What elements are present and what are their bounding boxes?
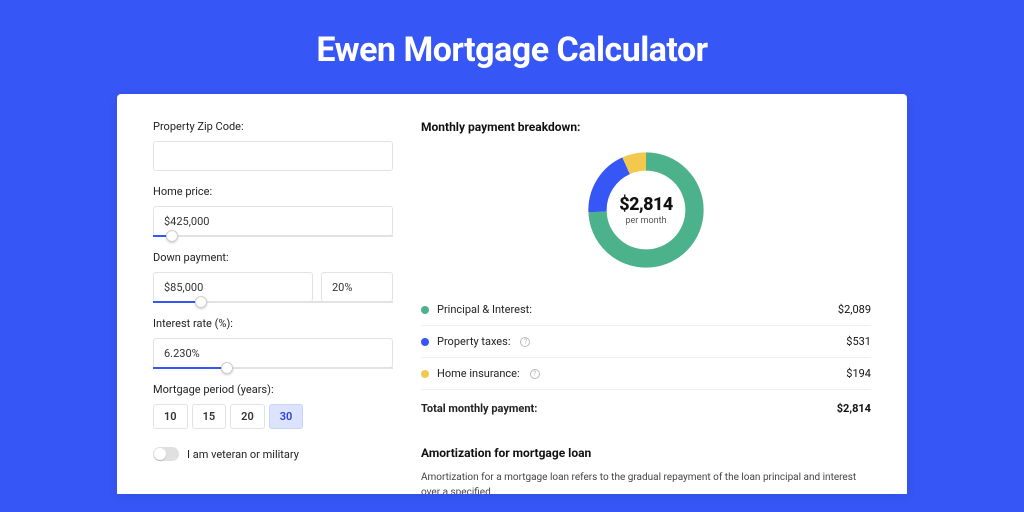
period-label: Mortgage period (years): xyxy=(153,383,393,396)
zip-input[interactable] xyxy=(153,141,393,171)
rate-label: Interest rate (%): xyxy=(153,317,393,330)
home-price-slider[interactable] xyxy=(153,235,393,237)
info-icon[interactable]: ? xyxy=(520,337,530,347)
rate-input[interactable] xyxy=(153,338,393,368)
down-payment-pct-input[interactable] xyxy=(321,272,393,302)
down-payment-label: Down payment: xyxy=(153,251,393,264)
home-price-field: Home price: xyxy=(153,185,393,237)
legend-label-text: Property taxes: xyxy=(437,335,510,348)
zip-field: Property Zip Code: xyxy=(153,120,393,171)
legend-dot xyxy=(421,338,429,346)
home-price-label: Home price: xyxy=(153,185,393,198)
donut-sub: per month xyxy=(625,216,666,226)
rate-slider[interactable] xyxy=(153,367,393,369)
calculator-card: Property Zip Code: Home price: Down paym… xyxy=(117,94,907,494)
donut-chart: $2,814 per month xyxy=(582,146,710,274)
legend-label: Home insurance:? xyxy=(421,367,540,380)
period-field: Mortgage period (years): 10152030 xyxy=(153,383,393,429)
legend-row: Home insurance:? $194 xyxy=(421,358,871,390)
legend-value: $194 xyxy=(846,367,871,380)
rate-field: Interest rate (%): xyxy=(153,317,393,369)
breakdown-panel: Monthly payment breakdown: $2,814 per mo… xyxy=(421,120,871,494)
slider-thumb[interactable] xyxy=(221,362,233,374)
donut-amount: $2,814 xyxy=(619,194,673,215)
legend-dot xyxy=(421,306,429,314)
veteran-row: I am veteran or military xyxy=(153,447,393,461)
donut-wrap: $2,814 per month xyxy=(421,146,871,274)
donut-center: $2,814 per month xyxy=(582,146,710,274)
amortization-block: Amortization for mortgage loan Amortizat… xyxy=(421,446,871,494)
page-title: Ewen Mortgage Calculator xyxy=(0,0,1024,94)
legend-dot xyxy=(421,370,429,378)
veteran-label: I am veteran or military xyxy=(187,448,299,461)
down-payment-slider[interactable] xyxy=(153,301,393,303)
legend-row: Principal & Interest: $2,089 xyxy=(421,294,871,326)
legend-list: Principal & Interest: $2,089 Property taxe… xyxy=(421,294,871,390)
down-payment-input[interactable] xyxy=(153,272,313,302)
slider-thumb[interactable] xyxy=(166,230,178,242)
period-btn-15[interactable]: 15 xyxy=(192,404,227,429)
down-payment-field: Down payment: xyxy=(153,251,393,303)
legend-total-label: Total monthly payment: xyxy=(421,402,537,415)
toggle-knob xyxy=(154,448,166,460)
legend-label: Principal & Interest: xyxy=(421,303,532,316)
amortization-text: Amortization for a mortgage loan refers … xyxy=(421,470,871,494)
legend-total-row: Total monthly payment: $2,814 xyxy=(421,390,871,424)
legend-total-value: $2,814 xyxy=(837,402,871,415)
amortization-title: Amortization for mortgage loan xyxy=(421,446,871,460)
home-price-input[interactable] xyxy=(153,206,393,236)
legend-label-text: Home insurance: xyxy=(437,367,520,380)
veteran-toggle[interactable] xyxy=(153,447,179,461)
legend-value: $2,089 xyxy=(838,303,871,316)
legend-value: $531 xyxy=(846,335,871,348)
slider-thumb[interactable] xyxy=(195,296,207,308)
period-btn-20[interactable]: 20 xyxy=(230,404,265,429)
period-btn-30[interactable]: 30 xyxy=(269,404,304,429)
breakdown-title: Monthly payment breakdown: xyxy=(421,120,871,134)
legend-label: Property taxes:? xyxy=(421,335,530,348)
form-panel: Property Zip Code: Home price: Down paym… xyxy=(153,120,393,494)
period-btn-10[interactable]: 10 xyxy=(153,404,188,429)
period-options: 10152030 xyxy=(153,404,393,429)
zip-label: Property Zip Code: xyxy=(153,120,393,133)
info-icon[interactable]: ? xyxy=(530,369,540,379)
legend-row: Property taxes:? $531 xyxy=(421,326,871,358)
slider-fill xyxy=(153,301,201,303)
slider-fill xyxy=(153,367,227,369)
legend-label-text: Principal & Interest: xyxy=(437,303,532,316)
